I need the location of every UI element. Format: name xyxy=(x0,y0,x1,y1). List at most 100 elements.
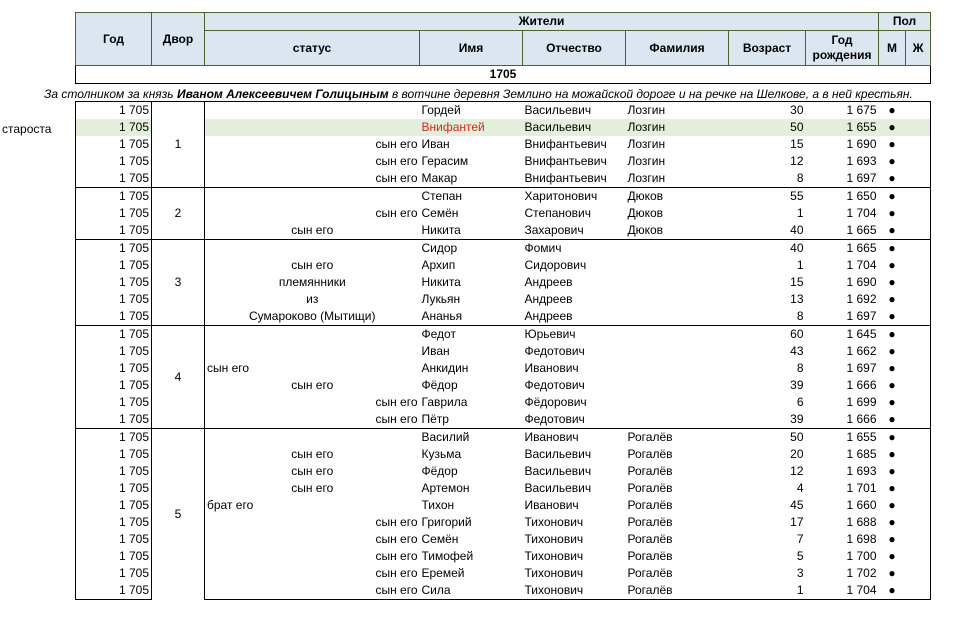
header-row-2: статус Имя Отчество Фамилия Возраст Год … xyxy=(76,30,931,66)
cell-surname: Дюков xyxy=(627,223,664,237)
cell-female-mark xyxy=(905,582,931,600)
cell-surname xyxy=(626,257,729,274)
cell-female-mark xyxy=(905,343,931,360)
cell-name: Артемон xyxy=(421,481,470,495)
cell-surname xyxy=(625,325,729,343)
cell-birth-year: 1 702 xyxy=(846,566,877,580)
cell-year: 1 705 xyxy=(75,308,152,326)
cell-male-mark: ● xyxy=(888,515,896,529)
cell-year: 1 705 xyxy=(75,170,152,188)
cell-year: 1 705 xyxy=(75,274,152,291)
cell-surname xyxy=(626,360,729,377)
cell-male-mark: ● xyxy=(888,498,896,512)
cell-status: сын его xyxy=(291,464,334,478)
cell-age: 45 xyxy=(790,498,804,512)
col-header-name: Имя xyxy=(419,30,523,66)
cell-male-mark: ● xyxy=(888,412,896,426)
cell-surname xyxy=(625,239,729,257)
cell-male-mark: ● xyxy=(888,344,896,358)
col-header-year: Год xyxy=(75,12,152,66)
cell-age: 39 xyxy=(790,378,804,392)
cell-female-mark xyxy=(905,153,931,170)
cell-patronymic: Федотович xyxy=(524,412,585,426)
cell-birth-year: 1 675 xyxy=(805,101,879,119)
cell-birth-year: 1 704 xyxy=(805,582,879,600)
cell-year: 1 705 xyxy=(75,119,152,136)
cell-patronymic: Андреев xyxy=(524,292,573,306)
cell-surname: Рогалёв xyxy=(627,532,673,546)
cell-surname: Лозгин xyxy=(627,137,666,151)
cell-patronymic: Харитонович xyxy=(522,187,626,205)
col-header-female: Ж xyxy=(905,30,931,66)
cell-patronymic: Васильевич xyxy=(524,481,592,495)
table-row: 1 705 племянники Никита Андреев 15 1 690 ● xyxy=(75,274,931,291)
cell-surname: Лозгин xyxy=(625,119,729,136)
cell-year: 1 705 xyxy=(75,394,152,411)
cell-age: 3 xyxy=(796,566,804,580)
cell-name: Иван xyxy=(421,137,450,151)
cell-patronymic: Васильевич xyxy=(524,464,592,478)
cell-dvor: 4 xyxy=(151,325,205,429)
cell-name: Григорий xyxy=(421,515,472,529)
cell-status: сын его xyxy=(375,412,418,426)
cell-male-mark: ● xyxy=(878,187,906,205)
cell-birth-year: 1 692 xyxy=(846,292,877,306)
cell-female-mark xyxy=(905,514,931,531)
cell-status: сын его xyxy=(375,137,418,151)
year-banner-row: 1705 xyxy=(75,65,931,84)
cell-status xyxy=(204,101,420,119)
table-row: 1 705 сын его Гаврила Фёдорович 6 1 699 ● xyxy=(75,394,931,411)
cell-year: 1 705 xyxy=(75,463,152,480)
cell-surname xyxy=(626,308,729,326)
year-banner: 1705 xyxy=(75,65,931,84)
cell-birth-year: 1 662 xyxy=(846,344,877,358)
cell-surname: Лозгин xyxy=(627,171,666,185)
cell-age: 43 xyxy=(790,344,804,358)
table-row: 1 705 из Лукьян Андреев 13 1 692 ● xyxy=(75,291,931,308)
cell-surname: Рогалёв xyxy=(625,428,729,446)
table-row: 1 705 сын его Фёдор Федотович 39 1 666 ● xyxy=(75,377,931,394)
cell-birth-year: 1 655 xyxy=(805,119,879,136)
side-label-starosta: староста xyxy=(2,122,52,136)
cell-age: 50 xyxy=(728,428,806,446)
cell-name: Фёдор xyxy=(421,464,458,478)
cell-patronymic: Внифантьевич xyxy=(524,137,607,151)
cell-year: 1 705 xyxy=(75,101,152,119)
cell-status: сын его xyxy=(291,447,334,461)
cell-age: 12 xyxy=(790,464,804,478)
cell-male-mark: ● xyxy=(888,154,896,168)
cell-name: Семён xyxy=(421,206,459,220)
cell-male-mark: ● xyxy=(888,206,896,220)
cell-age: 8 xyxy=(796,171,804,185)
cell-male-mark: ● xyxy=(888,464,896,478)
cell-name: Лукьян xyxy=(421,292,461,306)
cell-patronymic: Иванович xyxy=(522,428,626,446)
col-header-residents: Жители xyxy=(204,12,879,31)
cell-age: 39 xyxy=(790,412,804,426)
cell-status: сын его xyxy=(291,258,334,272)
cell-birth-year: 1 655 xyxy=(805,428,879,446)
cell-name: Пётр xyxy=(421,412,449,426)
cell-female-mark xyxy=(905,480,931,497)
cell-year: 1 705 xyxy=(75,582,152,600)
cell-patronymic: Васильевич xyxy=(524,447,592,461)
cell-female-mark xyxy=(905,119,931,136)
cell-surname: Рогалёв xyxy=(627,498,673,512)
cell-status: сын его xyxy=(207,361,250,375)
cell-male-mark: ● xyxy=(888,566,896,580)
cell-name: Сила xyxy=(419,582,523,600)
caption-spacer-row xyxy=(76,84,931,102)
cell-birth-year: 1 704 xyxy=(846,206,877,220)
cell-age: 1 xyxy=(796,258,804,272)
cell-surname xyxy=(626,411,729,429)
cell-surname: Рогалёв xyxy=(627,464,673,478)
table-row: 1 705 Иван Федотович 43 1 662 ● xyxy=(75,343,931,360)
cell-male-mark: ● xyxy=(888,532,896,546)
cell-name: Анкидин xyxy=(421,361,469,375)
cell-name: Ананья xyxy=(421,309,463,323)
cell-year: 1 705 xyxy=(75,343,152,360)
table-row: 1 705 сын его Еремей Тихонович Рогалёв 3 1 702… xyxy=(75,565,931,582)
table-row: 1 705 сын его Сила Тихонович Рогалёв 1 1 704 ● xyxy=(75,582,931,600)
col-header-status: статус xyxy=(204,30,420,66)
table-row: 1 705 сын его Григорий Тихонович Рогалёв 17 1 … xyxy=(75,514,931,531)
